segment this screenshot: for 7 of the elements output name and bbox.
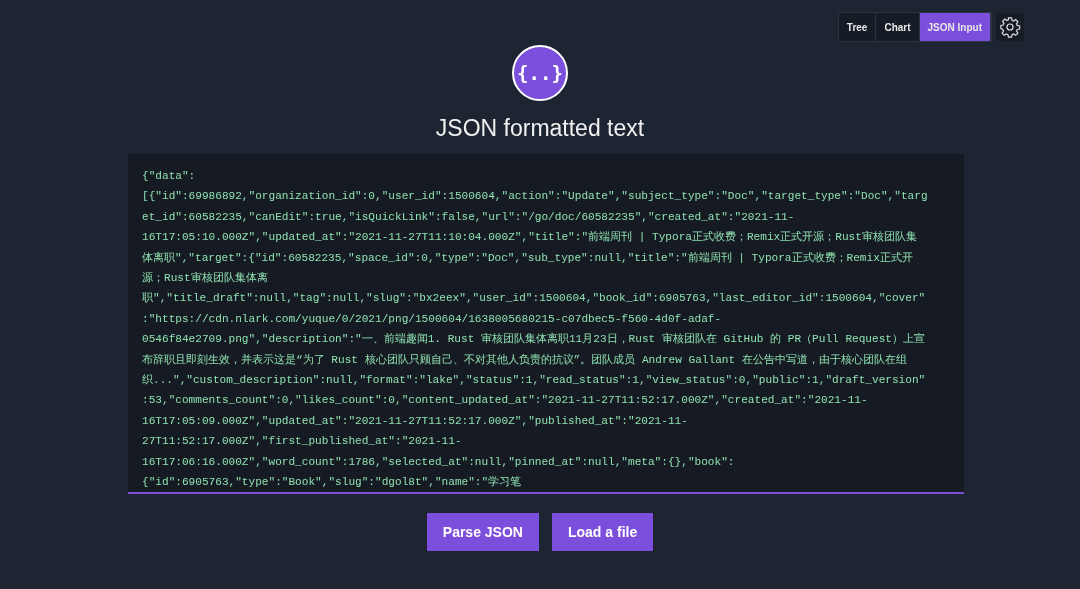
page-title: JSON formatted text: [435, 115, 645, 142]
logo: {..}: [512, 45, 568, 101]
view-tab[interactable]: JSON Input: [919, 13, 991, 41]
settings-icon[interactable]: [996, 13, 1024, 41]
json-text-area[interactable]: {"data": [{"id":69986892,"organization_id":0,"user_id":1500604,"action":"Update","subject_type":"Doc","target_type":"Doc","targ et_id":60582235,"canEdit":true,"isQuickLink":false,"url":"/go/doc/60582235","created_at":"2021-11- 16T17:05:10.000Z","updated_at":"2021-11-27T11:10:04.000Z","title":"前端周刊 | Typora正式收费；Remix正式开源；Rust审核团队集 体离职","target":{"id":60582235,"space_id":0,"type":"Doc","sub_type":null,"title":"前端周刊 | Typora正式收费；Remix正式开 源；Rust审核团队集体离 职","title_draft":null,"tag":null,"slug":"bx2eex","user_id":1500604,"book_id":6905763,"last_editor_id":1500604,"cover" :"https://cdn.nlark.com/yuque/0/2021/png/1500604/1638005680215-c07dbec5-f560-4d0f-adaf- 0546f84e2709.png","description":"一、前端趣闻1. Rust 审核团队集体离职11月23日，Rust 审核团队在 GitHub 的 PR（Pull Request）上宣 布辞职且即刻生效，并表示这是“为了 Rust 核心团队只顾自己、不对其他人负责的抗议”。团队成员 Andrew Gallant 在公告中写道，由于核心团队在组 织...","custom_description":null,"format":"lake","status":1,"read_status":1,"view_status":0,"public":1,"draft_version" :53,"comments_count":0,"likes_count":0,"content_updated_at":"2021-11-27T11:52:17.000Z","created_at":"2021-11- 16T17:05:09.000Z","updated_at":"2021-11-27T11:52:17.000Z","published_at":"2021-11- 27T11:52:17.000Z","first_published_at":"2021-11- 16T17:06:16.000Z","word_count":1786,"selected_at":null,"pinned_at":null,"meta":{},"book": {"id":6905763,"type":"Book","slug":"dgol8t","name":"学习笔: [128, 154, 964, 494]
parse-button[interactable]: Parse JSON: [426, 513, 539, 551]
load-file-button[interactable]: Load a file: [551, 513, 654, 551]
